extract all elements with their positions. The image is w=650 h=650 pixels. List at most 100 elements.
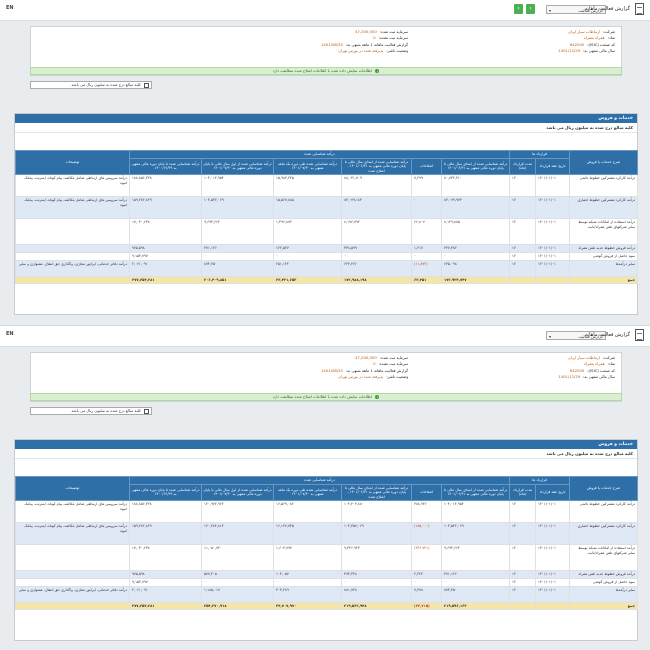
col-contract-group: قرارداد ها <box>509 476 571 485</box>
cell-ly: ۱۷,۰۳۰,۶۳۸ <box>128 218 203 246</box>
cell-term: ۱۲ <box>509 174 537 198</box>
col-rev-prior-adj: درآمد شناسایی شده از ابتدای سال مالی تا … <box>341 157 413 176</box>
cell-ytd: ۴۷۱,۱۲۶ <box>201 244 275 253</box>
cell-term: ۱۲ <box>509 218 537 246</box>
total-row: جمع ۱۷۲,۹۲۴,۷۴۷ ۶۳,۴۵۱ ۱۷۲,۹۸۸,۱۹۸ ۳۳,۴۲… <box>15 275 639 285</box>
cell-date: ۱۴۰۱/۰۱/۰۱ <box>535 259 571 277</box>
total-label: جمع <box>569 601 639 611</box>
total-row: جمع ۲۱۹,۵۹۶,۱۶۳ (۳۳,۲۱۵) ۲۱۹,۵۶۲,۹۴۸ ۳۴,… <box>15 601 639 611</box>
chevron-down-icon: ▾ <box>549 334 552 339</box>
total-ly: ۳۷۷,۳۵۴,۲۸۱ <box>128 601 203 611</box>
cell-date: ۱۴۰۱/۰۱/۰۱ <box>535 522 571 546</box>
cell-month: ۱۲۲,۵۲۷ <box>273 244 343 253</box>
col-contract-term: مدت قرارداد (ماه) <box>509 483 537 502</box>
language-switch[interactable]: EN <box>6 331 14 337</box>
capital-label: سرمایه ثبت شده: <box>379 29 409 34</box>
cell-date: ۱۴۰۱/۰۱/۰۱ <box>535 544 571 572</box>
language-switch[interactable]: EN <box>6 5 14 11</box>
cell-month: ۲۵۱,۱۲۴ <box>273 259 343 277</box>
table-row: درآمد کارکرد مشترکین خطوط دائمی ۱۴۰۱/۰۱/… <box>15 500 639 524</box>
cell-prior: ۸۰,۷۳۲,۴۱۰ <box>441 174 511 198</box>
table-row: درآمد کارکرد مشترکین خطوط دائمی ۱۴۰۱/۰۱/… <box>15 174 639 198</box>
table-row: درآمد کارکرد مشترکین خطوط اعتباری ۱۴۰۱/۰… <box>15 522 639 546</box>
cell-adj: ۷,۳۷۸ <box>411 585 443 603</box>
col-rev-ytd: درآمد شناسایی شده از اول سال مالی تا پای… <box>201 157 275 176</box>
total-empty <box>15 275 130 285</box>
cell-month: ۰ <box>273 251 343 261</box>
cell-term: ۱۲ <box>509 544 537 572</box>
symbol-value: همراه بعمراه <box>583 361 605 367</box>
total-prior: ۱۷۲,۹۲۴,۷۴۷ <box>441 275 511 285</box>
cell-notes: درآمد دفاتر خدماتی، اپراتور مجازی، واگذا… <box>15 585 130 603</box>
cell-adj: ۰ <box>411 577 443 587</box>
cell-month: ۱۰۴,۰۵۷ <box>273 570 343 579</box>
report-panel-1: EN ‹ › ▾ گزارش فعالیت گزارش فعالیت ماهان… <box>0 0 650 319</box>
total-ly: ۳۷۷,۳۵۴,۲۸۱ <box>128 275 203 285</box>
cell-adj: (۱۸۵,۰۰۰) <box>411 522 443 546</box>
cell-adj: ۶۶,۸۰۷ <box>411 218 443 246</box>
cell-ytd: ۱۰۴,۰۱۴,۹۵۴ <box>201 174 275 198</box>
cell-ytd: ۰ <box>201 251 275 261</box>
isic-value: 642000 <box>569 367 585 373</box>
cell-notes <box>15 251 130 261</box>
cell-ly: ۹۷۵,۵۹۸ <box>128 244 203 253</box>
cell-prior: ۹,۶۹۳,۶۶۴ <box>441 544 511 572</box>
col-contract-date: تاریخ عقد قرارداد <box>535 157 571 176</box>
checkbox-icon[interactable] <box>144 408 149 414</box>
cell-date: ۱۴۰۱/۰۱/۰۱ <box>535 251 571 261</box>
cell-date: ۱۴۰۱/۰۱/۰۱ <box>535 500 571 524</box>
cell-adj: ۷,۲۹۹ <box>411 174 443 198</box>
cell-ytd: ۸۷۴,۳۵۰ <box>201 259 275 277</box>
capital-label: سرمایه ثبت شده: <box>379 355 409 360</box>
cell-prior-adj: ۱۰۴,۳۵۷,۰۶۹ <box>341 522 413 546</box>
cell-date: ۱۴۰۱/۰۱/۰۱ <box>535 577 571 587</box>
period-label: گزارش فعالیت ماهانه 1 ماهه منتهی به: <box>345 367 409 373</box>
cell-ly: ۹,۱۵۳,۷۹۷ <box>128 251 203 261</box>
capital-unregistered-label: سرمایه ثبت نشده: <box>378 361 409 367</box>
cell-desc: سایر درآمدها <box>569 585 639 603</box>
cell-ly: ۱۸۸,۸۵۶,۳۲۸ <box>128 500 203 524</box>
cell-term: ۱۲ <box>509 570 537 579</box>
checkbox-icon[interactable] <box>144 82 149 88</box>
info-icon: i <box>375 395 380 399</box>
cell-notes: درآمد سرویس های ارتباطی شامل مکالمه، پیا… <box>15 500 130 524</box>
alert-text: اطلاعات نمایش داده شده با اطلاعات اصلاح … <box>272 394 372 399</box>
total-adj: (۳۳,۲۱۵) <box>411 601 443 611</box>
cell-term: ۱۲ <box>509 585 537 603</box>
company-name-label: شرکت: <box>602 355 615 360</box>
cell-adj: ۰ <box>411 251 443 261</box>
table-row: درآمد استفاده از امکانات شبکه توسط سایر … <box>15 218 639 246</box>
cell-notes: درآمد دفاتر خدماتی، اپراتور مجازی، واگذا… <box>15 259 130 277</box>
total-ytd: ۲۰۶,۴۰۹,۸۵۱ <box>201 275 275 285</box>
cell-date: ۱۴۰۱/۰۱/۰۱ <box>535 174 571 198</box>
cell-notes: درآمد سرویس های ارتباطی شامل مکالمه، پیا… <box>15 522 130 546</box>
cell-month: ۱,۴۹۶,۸۷۲ <box>273 218 343 246</box>
isic-value: 642000 <box>569 41 585 47</box>
cell-date: ۱۴۰۱/۰۱/۰۱ <box>535 218 571 246</box>
cell-ytd: ۱,۱۸۵,۰۱۷ <box>201 585 275 603</box>
cell-term: ۱۲ <box>509 196 537 220</box>
company-name-label: شرکت: <box>602 29 615 34</box>
status-label: وضعیت ناشر: <box>386 374 409 380</box>
section-title: خدمات و فروش <box>15 440 637 449</box>
prev-button[interactable]: ‹ <box>514 4 523 14</box>
col-rev-prior: درآمد شناسایی شده از ابتدای سال مالی تا … <box>441 483 511 502</box>
cell-prior: ۸,۱۲۹,۸۸۵ <box>441 218 511 246</box>
cell-month: ۱,۶۰۳,۷۹۷ <box>273 544 343 572</box>
cell-term: ۱۲ <box>509 244 537 253</box>
sales-table: شرح خدمات یا فروش قرارداد ها درآمد شناسا… <box>15 475 639 611</box>
unit-checkbox[interactable]: کلیه مبالغ درج شده به میلیون ریال می باش… <box>30 81 152 89</box>
info-alert: اطلاعات نمایش داده شده با اطلاعات اصلاح … <box>30 67 622 75</box>
cell-prior-adj: ۰ <box>341 577 413 587</box>
cell-notes <box>15 244 130 253</box>
col-adjust: اصلاحات <box>411 157 443 176</box>
unit-checkbox[interactable]: کلیه مبالغ درج شده به میلیون ریال می باش… <box>30 407 152 415</box>
unit-checkbox-label: کلیه مبالغ درج شده به میلیون ریال می باش… <box>71 408 141 413</box>
cell-date: ۱۴۰۱/۰۱/۰۱ <box>535 196 571 220</box>
capital-unregistered-label: سرمایه ثبت نشده: <box>378 35 409 41</box>
table-row: سود حاصل از فروش گوشی ۱۴۰۱/۰۱/۰۱ ۱۲ ۰ ۰ … <box>15 251 639 261</box>
section-title: خدمات و فروش <box>15 114 637 123</box>
capital-value: 47,200,000 <box>355 355 377 360</box>
next-button[interactable]: › <box>526 4 535 14</box>
cell-desc: سایر درآمدها <box>569 259 639 277</box>
